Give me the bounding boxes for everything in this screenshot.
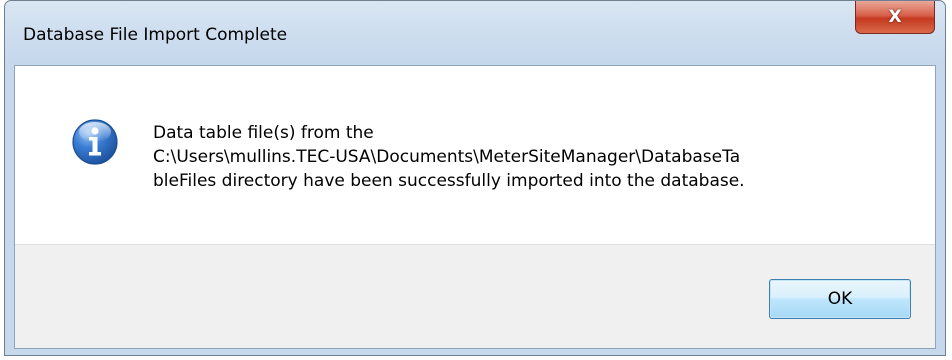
message-line: C:\Users\mullins.TEC-USA\Documents\Meter… (153, 147, 741, 167)
dialog-message: Data table file(s) from the C:\Users\mul… (153, 121, 913, 193)
ok-button[interactable]: OK (769, 279, 911, 319)
dialog-client-area: Data table file(s) from the C:\Users\mul… (14, 65, 936, 349)
message-area: Data table file(s) from the C:\Users\mul… (15, 66, 935, 244)
close-icon: X (888, 6, 902, 27)
dialog-title: Database File Import Complete (23, 25, 288, 45)
message-line: bleFiles directory have been successfull… (153, 171, 745, 191)
close-button[interactable]: X (855, 1, 935, 34)
information-icon (72, 119, 118, 165)
button-bar: OK (15, 244, 935, 348)
title-bar[interactable]: Database File Import Complete X (5, 1, 945, 65)
message-line: Data table file(s) from the (153, 123, 374, 143)
dialog-window: Database File Import Complete X Data tab… (4, 0, 946, 356)
